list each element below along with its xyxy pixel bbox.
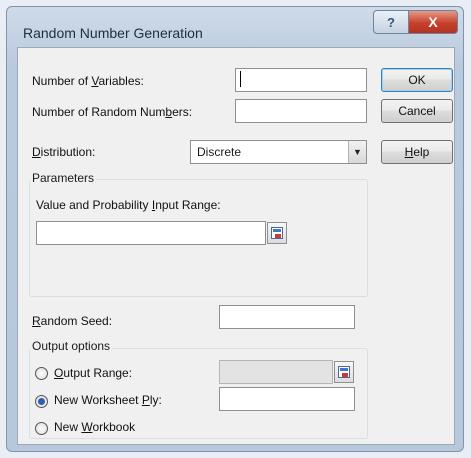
distribution-value: Discrete [197,145,242,159]
random-seed-input[interactable] [219,305,355,329]
number-of-variables-input[interactable] [235,68,367,92]
new-worksheet-ply-label: New Worksheet Ply: [54,393,162,407]
output-range-radio[interactable] [35,367,48,380]
new-workbook-radio[interactable] [35,422,48,435]
number-of-random-numbers-label: Number of Random Numbers: [32,105,193,119]
distribution-label: Distribution: [32,145,96,159]
range-selector-button[interactable] [267,222,287,244]
distribution-select[interactable]: Discrete ▼ [190,140,367,164]
dialog-window: Random Number Generation ? X Number of V… [6,6,464,452]
close-icon[interactable]: X [408,10,458,34]
ok-button[interactable]: OK [381,68,453,92]
value-probability-input-range-label: Value and Probability Input Range: [36,198,221,212]
parameters-caption: Parameters [30,171,97,185]
random-seed-label: Random Seed: [32,314,113,328]
range-selector-icon [338,366,350,378]
value-probability-input-range-input[interactable] [36,221,266,245]
output-range-input[interactable] [219,360,333,384]
text-caret [240,71,241,87]
dialog-title: Random Number Generation [23,25,203,41]
number-of-variables-label: Number of Variables: [32,74,144,88]
output-options-caption: Output options [30,339,113,353]
dialog-body: Number of Variables: Number of Random Nu… [17,47,455,445]
help-icon[interactable]: ? [373,10,409,34]
cancel-button[interactable]: Cancel [381,99,453,123]
output-range-label: Output Range: [54,366,133,380]
title-bar[interactable]: Random Number Generation ? X [7,7,463,47]
new-workbook-label: New Workbook [54,420,136,434]
new-worksheet-ply-radio[interactable] [35,395,48,408]
output-range-selector-button[interactable] [334,361,354,383]
help-button[interactable]: Help [381,140,453,164]
range-selector-icon [271,227,283,239]
chevron-down-icon[interactable]: ▼ [348,141,366,163]
new-worksheet-ply-input[interactable] [219,387,355,411]
number-of-random-numbers-input[interactable] [235,99,367,123]
